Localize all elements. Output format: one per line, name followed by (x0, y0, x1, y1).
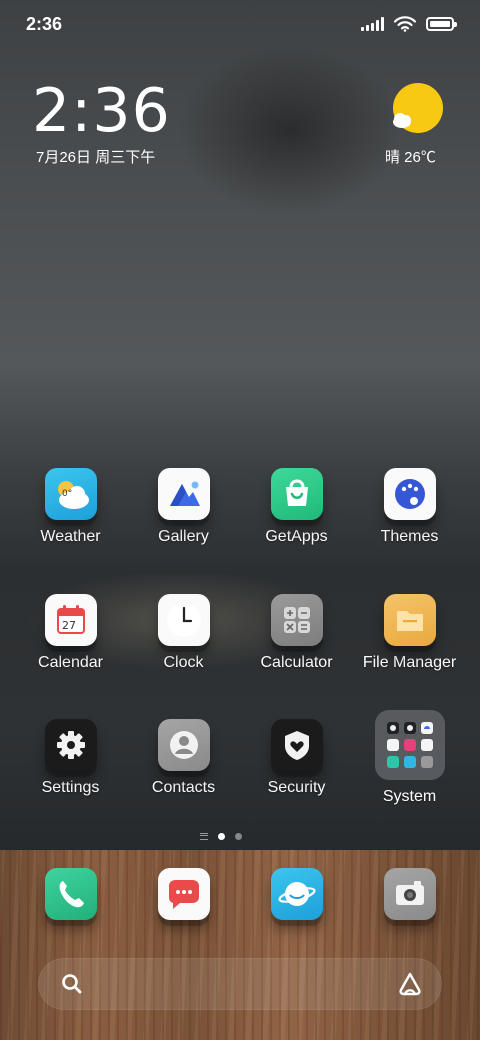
gear-icon (44, 719, 97, 771)
battery-icon (426, 17, 457, 31)
status-bar: 2:36 (0, 0, 480, 52)
clock-widget-time[interactable]: 2:36 (32, 76, 171, 146)
app-label: System (382, 788, 437, 805)
app-calculator[interactable]: Calculator (240, 594, 353, 672)
clock-widget-date[interactable]: 7月26日 周三下午 (36, 146, 155, 167)
dock (0, 850, 480, 1040)
weather-app-temp: 0° (62, 489, 72, 499)
clock-icon (157, 594, 210, 646)
app-label: Calendar (38, 654, 103, 671)
app-label: Weather (40, 528, 101, 545)
getapps-icon (270, 468, 323, 520)
browser-icon (270, 868, 323, 920)
app-label: Calculator (260, 654, 333, 671)
calculator-icon (270, 594, 323, 646)
weather-app-icon: 0° (44, 468, 97, 520)
search-icon[interactable] (60, 972, 84, 996)
gallery-icon (157, 468, 210, 520)
app-label: Gallery (158, 528, 209, 545)
search-bar[interactable] (38, 958, 442, 1010)
dock-phone[interactable] (14, 868, 127, 920)
contacts-icon (157, 719, 210, 771)
sunny-weather-icon[interactable] (388, 82, 444, 138)
status-time: 2:36 (26, 14, 63, 34)
camera-icon (383, 868, 436, 920)
weather-widget-text[interactable]: 晴 26℃ (385, 146, 436, 167)
shield-icon (270, 719, 323, 771)
app-system-folder[interactable]: System (353, 710, 466, 806)
app-file-manager[interactable]: File Manager (353, 594, 466, 672)
app-gallery[interactable]: Gallery (127, 468, 240, 546)
page-dot-active[interactable] (218, 832, 225, 840)
app-security[interactable]: Security (240, 719, 353, 797)
themes-icon (383, 468, 436, 520)
app-getapps[interactable]: GetApps (240, 468, 353, 546)
app-contacts[interactable]: Contacts (127, 719, 240, 797)
page-indicator[interactable] (200, 830, 280, 842)
folder-icon (374, 710, 445, 780)
app-settings[interactable]: Settings (14, 719, 127, 797)
signal-icon (361, 17, 384, 31)
app-weather[interactable]: 0° Weather (14, 468, 127, 546)
phone-icon (44, 868, 97, 920)
file-manager-icon (383, 594, 436, 646)
app-label: Contacts (151, 779, 216, 796)
assistant-icon[interactable] (396, 971, 424, 997)
calendar-day: 27 (62, 619, 76, 632)
app-calendar[interactable]: 27 Calendar (14, 594, 127, 672)
calendar-icon: 27 (44, 594, 97, 646)
page-dot[interactable] (235, 832, 242, 840)
app-label: Clock (163, 654, 204, 671)
dock-camera[interactable] (353, 868, 466, 920)
messages-icon (157, 868, 210, 920)
dock-browser[interactable] (240, 868, 353, 920)
wifi-icon (394, 16, 416, 32)
app-themes[interactable]: Themes (353, 468, 466, 546)
app-label: Themes (380, 528, 439, 545)
menu-lines-icon[interactable] (200, 832, 208, 840)
app-label: GetApps (265, 528, 328, 545)
app-clock[interactable]: Clock (127, 594, 240, 672)
app-label: File Manager (362, 654, 457, 671)
app-label: Security (267, 779, 326, 796)
dock-messages[interactable] (127, 868, 240, 920)
app-label: Settings (41, 779, 100, 796)
